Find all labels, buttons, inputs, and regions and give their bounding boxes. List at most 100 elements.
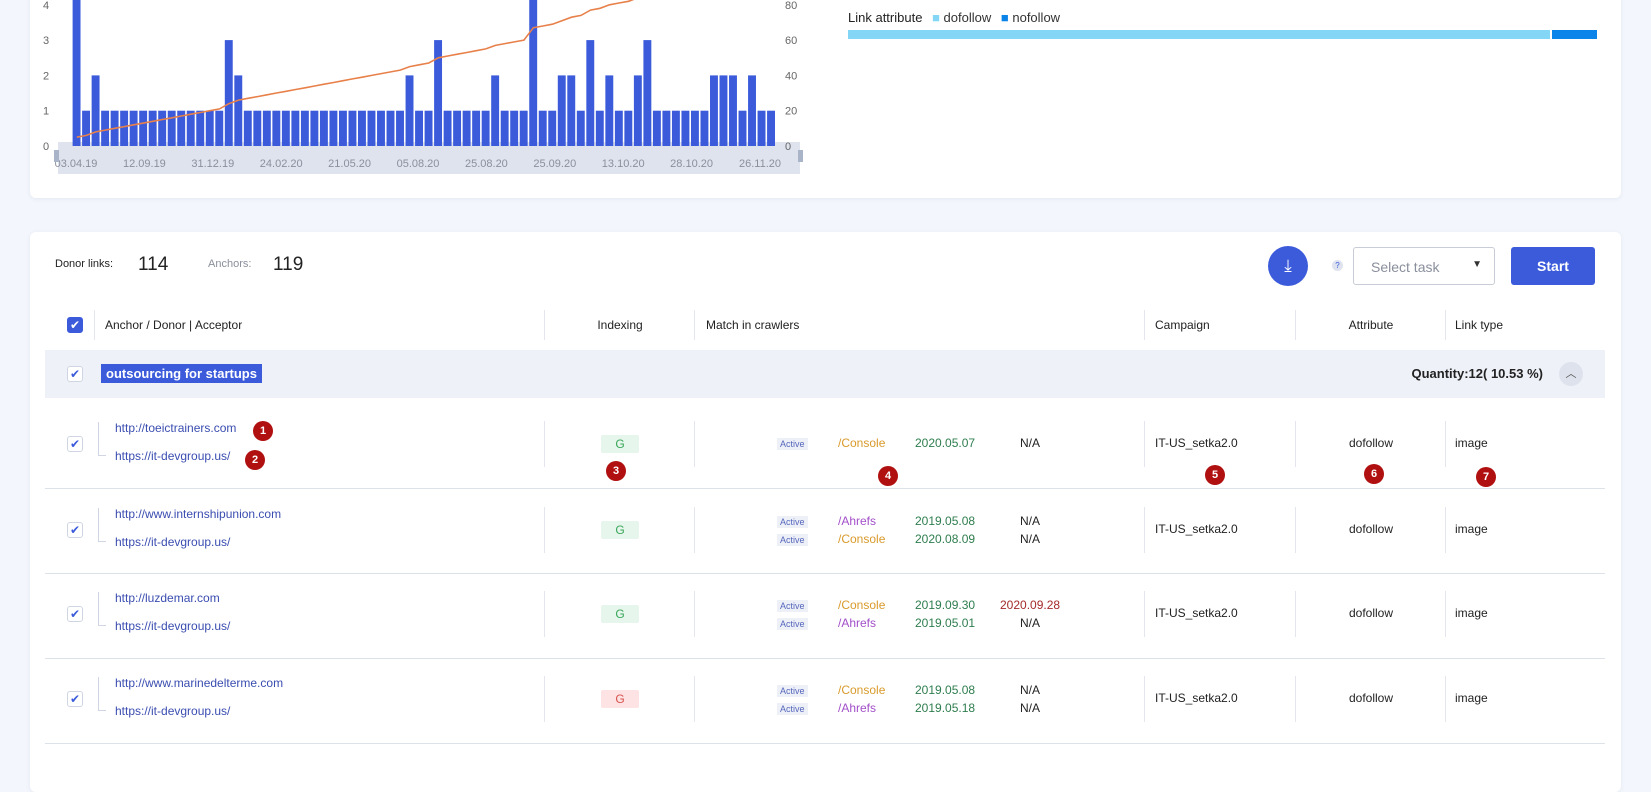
chart-bar <box>462 110 471 146</box>
column-divider <box>1445 676 1446 722</box>
column-divider <box>694 421 695 467</box>
acceptor-link[interactable]: https://it-devgroup.us/ <box>115 704 230 718</box>
chart-bar <box>633 75 642 146</box>
row-checkbox[interactable]: ✔ <box>67 436 83 452</box>
chart-bar <box>481 110 490 146</box>
row-checkbox[interactable]: ✔ <box>67 522 83 538</box>
column-divider <box>1295 507 1296 553</box>
campaign: IT-US_setka2.0 <box>1155 522 1238 536</box>
attribute: dofollow <box>1348 436 1394 450</box>
crawler-source: /Console <box>838 598 886 612</box>
crawler-lost-date: N/A <box>1020 616 1041 630</box>
acceptor-link[interactable]: https://it-devgroup.us/ <box>115 449 230 463</box>
crawler-status-badge: Active <box>777 516 808 528</box>
left-axis-tick: 0 <box>43 141 49 153</box>
crawler-status-badge: Active <box>777 703 808 715</box>
download-icon: ⤓ <box>1284 256 1292 275</box>
column-header-indexing: Indexing <box>597 318 643 332</box>
chart-bar <box>510 110 519 146</box>
chart-bar <box>300 110 309 146</box>
donor-link[interactable]: http://www.marinedelterme.com <box>115 676 283 690</box>
annotation-marker: 3 <box>606 461 626 481</box>
slider-handle-left <box>54 150 59 162</box>
link-type: image <box>1455 691 1488 705</box>
crawler-status-badge: Active <box>777 618 808 630</box>
chart-bar <box>576 110 585 146</box>
annotation-marker: 2 <box>245 450 265 470</box>
select-task-dropdown[interactable]: Select task ▼ <box>1353 247 1495 285</box>
chart-bar <box>148 110 157 146</box>
crawler-status-badge: Active <box>777 600 808 612</box>
donor-links-value: 114 <box>138 254 169 275</box>
crawler-found-date: 2020.08.09 <box>915 532 976 546</box>
row-checkbox[interactable]: ✔ <box>67 691 83 707</box>
chart-bar <box>234 75 243 146</box>
x-axis-tick: 26.11.20 <box>739 158 781 170</box>
link-attribute-bar <box>848 30 1597 39</box>
column-divider <box>1445 310 1446 340</box>
chart-bar <box>671 110 680 146</box>
chart-bar <box>690 110 699 146</box>
row-connector <box>98 508 106 542</box>
chart-bar <box>719 75 728 146</box>
chart-bar <box>472 110 481 146</box>
chart-bar <box>139 110 148 146</box>
column-divider <box>1144 591 1145 637</box>
crawler-found-date: 2019.05.18 <box>915 701 976 715</box>
link-attribute-label: Link attribute <box>848 10 923 25</box>
collapse-group-button[interactable]: ︿ <box>1559 362 1583 386</box>
attribute: dofollow <box>1348 522 1394 536</box>
chart-bar <box>662 110 671 146</box>
crawler-status-badge: Active <box>777 438 808 450</box>
x-axis-tick: 25.09.20 <box>533 158 576 170</box>
left-axis-tick: 4 <box>43 0 49 12</box>
chart-bar <box>377 110 385 146</box>
chart-bar <box>424 110 433 146</box>
row-checkbox[interactable]: ✔ <box>67 606 83 622</box>
column-divider <box>1144 676 1145 722</box>
donor-link[interactable]: http://toeictrainers.com <box>115 421 236 435</box>
download-button[interactable]: ⤓ <box>1268 246 1308 286</box>
annotation-marker: 6 <box>1364 464 1384 484</box>
attribute: dofollow <box>1348 606 1394 620</box>
column-divider <box>544 310 545 340</box>
column-divider <box>1445 507 1446 553</box>
donor-link[interactable]: http://luzdemar.com <box>115 591 220 605</box>
chart-bar <box>129 110 138 146</box>
chart-bar <box>91 75 100 146</box>
crawler-found-date: 2019.09.30 <box>915 598 976 612</box>
chart-bar <box>529 0 538 147</box>
acceptor-link[interactable]: https://it-devgroup.us/ <box>115 535 230 549</box>
column-divider <box>1295 676 1296 722</box>
column-divider <box>1295 310 1296 340</box>
chart-bar <box>205 110 214 146</box>
x-axis-tick: 05.08.20 <box>397 158 440 170</box>
start-button[interactable]: Start <box>1511 247 1595 285</box>
acceptor-link[interactable]: https://it-devgroup.us/ <box>115 619 230 633</box>
column-header-attribute: Attribute <box>1348 318 1394 332</box>
chart-bar <box>405 75 414 146</box>
annotation-marker: 4 <box>878 466 898 486</box>
select-all-checkbox[interactable]: ✔ <box>67 317 83 333</box>
group-checkbox[interactable]: ✔ <box>67 366 83 382</box>
help-icon[interactable]: ? <box>1332 260 1343 271</box>
annotation-marker: 1 <box>253 421 273 441</box>
select-task-placeholder: Select task <box>1371 259 1440 275</box>
crawler-source: /Ahrefs <box>838 701 877 715</box>
crawler-found-date: 2019.05.01 <box>915 616 976 630</box>
x-axis-tick: 24.02.20 <box>260 158 303 170</box>
link-type: image <box>1455 522 1488 536</box>
chart-bar <box>729 75 737 146</box>
donor-link[interactable]: http://www.internshipunion.com <box>115 507 281 521</box>
crawler-status-badge: Active <box>777 534 808 546</box>
row-divider <box>45 573 1605 574</box>
column-divider <box>1295 421 1296 467</box>
chart-bar <box>82 110 91 146</box>
column-divider <box>544 507 545 553</box>
chart-bar <box>624 110 633 146</box>
row-connector <box>98 592 106 626</box>
crawler-source: /Ahrefs <box>838 514 877 528</box>
donor-links-label: Donor links: <box>55 258 114 270</box>
column-divider <box>544 421 545 467</box>
annotation-marker: 5 <box>1205 465 1225 485</box>
